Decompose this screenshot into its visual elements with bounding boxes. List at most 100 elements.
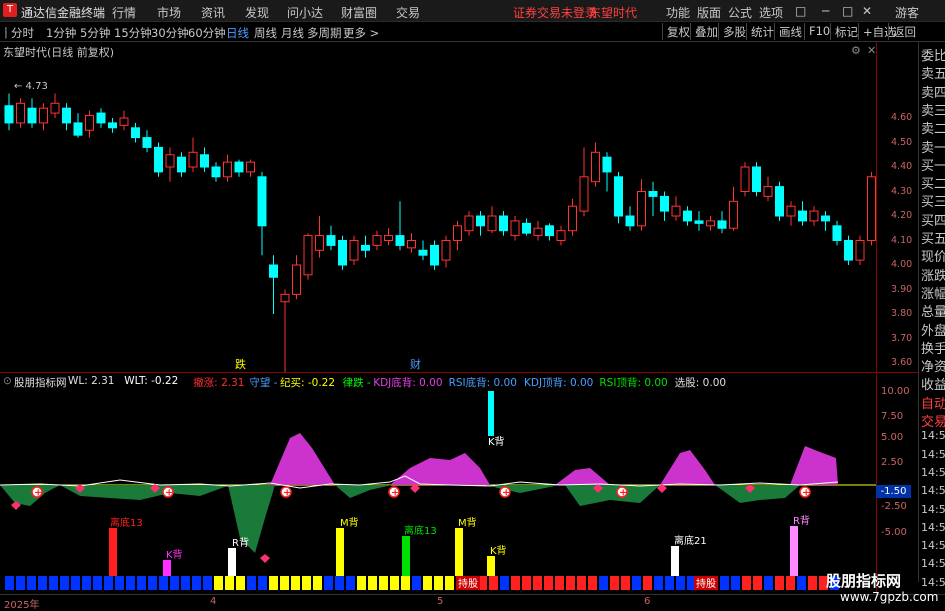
period-30min[interactable]: 30分钟	[151, 25, 189, 41]
signal-block	[203, 576, 212, 590]
minimize-box-icon[interactable]: □	[795, 4, 806, 18]
period-5min[interactable]: 5分钟	[80, 25, 110, 41]
candle-up	[407, 240, 416, 249]
hide-icon[interactable]: ─	[822, 4, 829, 18]
period-weekly[interactable]: 周线	[254, 25, 277, 41]
collapse-icon[interactable]: |	[4, 25, 8, 39]
signal-block	[511, 576, 520, 590]
side-panel-item[interactable]: 卖一	[921, 137, 945, 156]
signal-block	[555, 576, 564, 590]
current-value-label: -1.50	[876, 485, 911, 498]
side-panel-item[interactable]: 14:56	[921, 521, 945, 534]
menu-zixun[interactable]: 资讯	[201, 4, 225, 21]
side-panel-item[interactable]: 卖三	[921, 100, 945, 119]
period-15min[interactable]: 15分钟	[114, 25, 152, 41]
close-icon[interactable]: ✕	[862, 4, 872, 18]
menu-caifuquan[interactable]: 财富圈	[341, 4, 377, 21]
side-panel-item[interactable]: 卖五	[921, 63, 945, 82]
signal-block	[742, 576, 751, 590]
candle-down	[96, 112, 106, 124]
side-panel-item[interactable]: 14:56	[921, 539, 945, 552]
candle-down	[430, 244, 439, 266]
period-toolbar: | 分时 1分钟 5分钟 15分钟 30分钟 60分钟 日线 周线 月线 多周期…	[0, 22, 945, 42]
candle-up	[740, 166, 750, 192]
period-monthly[interactable]: 月线	[281, 25, 304, 41]
side-panel-item[interactable]: 14:56	[921, 448, 945, 461]
menu-hangqing[interactable]: 行情	[112, 4, 136, 21]
menu-wenxiaoda[interactable]: 问小达	[287, 4, 323, 21]
candle-down	[211, 166, 221, 178]
candle-up	[246, 161, 255, 173]
side-panel-item[interactable]: 14:56	[921, 429, 945, 442]
candle-down	[499, 215, 508, 232]
signal-block	[401, 576, 410, 590]
indicator-toggle-icon[interactable]: ⊙	[3, 375, 12, 387]
candle-up	[487, 215, 497, 232]
signal-column	[487, 556, 495, 576]
login-status[interactable]: 证券交易未登录	[513, 4, 597, 21]
signal-block	[280, 576, 289, 590]
menu-banmian[interactable]: 版面	[697, 4, 721, 21]
hold-label-0: 持股	[458, 577, 478, 590]
signal-block	[181, 576, 190, 590]
side-panel-item[interactable]: 14:56	[921, 503, 945, 516]
menu-xuanxiang[interactable]: 选项	[759, 4, 783, 21]
kline-chart[interactable]: ← 4.73←3.52跌财	[0, 42, 876, 372]
side-panel-item[interactable]: 买二	[921, 173, 945, 192]
side-panel-item[interactable]: 委比	[921, 45, 945, 64]
menu-gongneng[interactable]: 功能	[666, 4, 690, 21]
signal-block	[676, 576, 685, 590]
side-panel-item[interactable]: 涨幅	[921, 283, 945, 302]
marker-die: 跌	[235, 357, 246, 371]
signal-block	[49, 576, 58, 590]
signal-block	[16, 576, 25, 590]
candle-up	[763, 186, 773, 197]
period-multi[interactable]: 多周期	[307, 25, 342, 41]
candle-down	[326, 235, 336, 246]
period-more[interactable]: 更多 >	[343, 25, 379, 41]
side-panel-item[interactable]: 买一	[921, 155, 945, 174]
marker-cai: 财	[410, 357, 421, 371]
side-panel-item[interactable]: 14:56	[921, 466, 945, 479]
maximize-icon[interactable]: □	[842, 4, 853, 18]
huaxian-button[interactable]: 画线	[774, 23, 806, 40]
side-panel-item[interactable]: 14:56	[921, 484, 945, 497]
side-panel-item[interactable]: 总量	[921, 301, 945, 320]
period-fenshi[interactable]: 分时	[11, 25, 34, 41]
indicator-chart[interactable]: 离底13K背R背M背离底13M背K背离底21R背K背持股 持股+ + + + + + +	[0, 388, 876, 594]
menu-shichang[interactable]: 市场	[157, 4, 181, 21]
signal-block	[643, 576, 652, 590]
candle-up	[165, 154, 175, 168]
side-panel-item[interactable]: 交易	[921, 411, 945, 430]
period-daily[interactable]: 日线	[226, 25, 249, 41]
menu-jiaoyi[interactable]: 交易	[396, 4, 420, 21]
signal-block	[610, 576, 619, 590]
side-panel-item[interactable]: 涨跌	[921, 265, 945, 284]
side-panel-item[interactable]: 现价	[921, 246, 945, 265]
candle-up	[867, 176, 876, 242]
back-button[interactable]: 返回	[888, 23, 920, 40]
user-label[interactable]: 游客	[895, 4, 919, 21]
side-panel-item[interactable]: 卖四	[921, 82, 945, 101]
side-panel-item[interactable]: 买四	[921, 210, 945, 229]
side-panel-item[interactable]: 自动	[921, 393, 945, 412]
period-1min[interactable]: 1分钟	[46, 25, 76, 41]
side-panel-item[interactable]: 卖二	[921, 118, 945, 137]
signal-block	[258, 576, 267, 590]
signal-block	[577, 576, 586, 590]
side-panel-item[interactable]: 外盘	[921, 320, 945, 339]
signal-block	[346, 576, 355, 590]
side-panel-item[interactable]: 收益	[921, 374, 945, 393]
candle-down	[717, 220, 727, 229]
side-panel-item[interactable]: 换手	[921, 338, 945, 357]
menu-gongshi[interactable]: 公式	[728, 4, 752, 21]
diamond-marker	[260, 554, 270, 563]
side-panel-item[interactable]: 买五	[921, 228, 945, 247]
menu-faxian[interactable]: 发现	[245, 4, 269, 21]
signal-block	[489, 576, 498, 590]
signal-label-6: K背	[490, 544, 507, 557]
side-panel-item[interactable]: 买三	[921, 191, 945, 210]
quote-side-panel: 委比 卖五 卖四 卖三 卖二 卖一 买一 买二 买三 买四 买五 现价 涨跌 涨幅 总量 外盘 换手 净资 收益 自动…	[918, 42, 945, 589]
period-60min[interactable]: 60分钟	[188, 25, 226, 41]
side-panel-item[interactable]: 净资	[921, 356, 945, 375]
